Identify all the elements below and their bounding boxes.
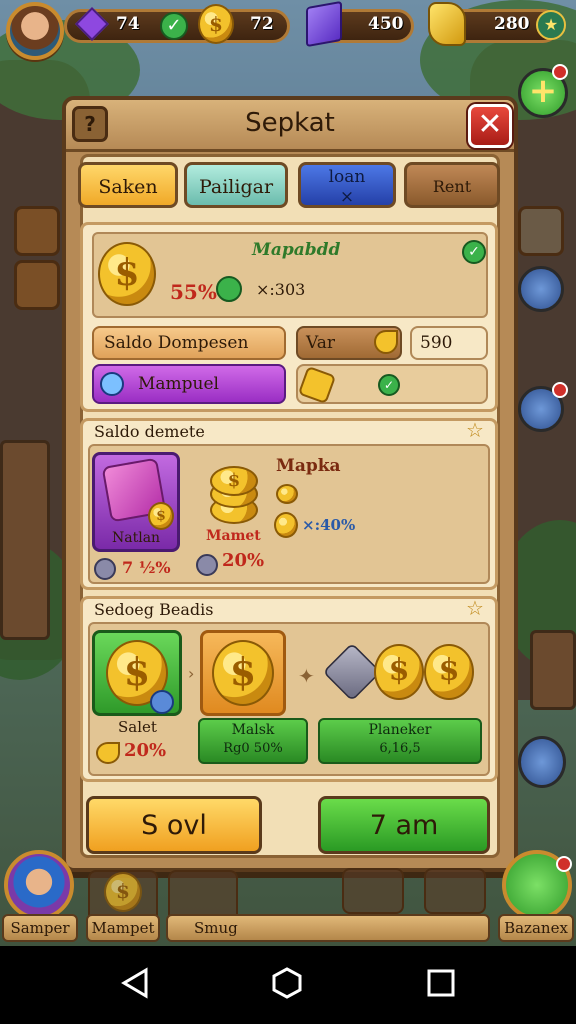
blue-gem-icon [100,372,124,396]
mapka-value: ×:40% [302,516,356,534]
chest-value: 7 ½% [122,558,171,577]
side-dollar-button[interactable] [14,206,60,256]
coin-icon [274,512,298,538]
gem-value: 74 [116,14,140,34]
right-action-button[interactable]: 7 am [318,796,490,854]
saldo-heading: Saldo demete [94,422,205,441]
smug-label[interactable]: Smug [166,914,490,942]
left-action-button[interactable]: S ovl [86,796,262,854]
player-avatar[interactable] [6,2,64,60]
mampet-label[interactable]: Mampet [86,914,160,942]
gold-shield-icon [428,2,466,46]
home-icon[interactable] [270,966,304,1000]
gold-coin-icon: $ [98,242,156,306]
arrow-right-icon: › [188,664,195,683]
slot-tools[interactable] [342,868,404,914]
coin-icon: $ [198,4,234,44]
panel-title: Sepkat [245,108,335,138]
bazanex-label[interactable]: Bazanex [498,914,574,942]
planeker-title: Planeker [368,722,432,738]
saldo-field[interactable]: Saldo Dompesen [92,326,286,360]
star-icon[interactable]: ☆ [466,596,484,620]
star-icon[interactable]: ☆ [466,418,484,442]
notification-badge [556,856,572,872]
check-icon: ✓ [462,240,486,264]
notification-badge [552,382,568,398]
balance-heading: Mapabdd [252,240,341,260]
planeker-value: 6,16,5 [379,741,421,756]
crystal-icon [306,0,342,48]
star-badge-icon[interactable]: ★ [536,10,566,40]
silver-coin-icon [94,558,116,580]
chest-label: Natlan [112,530,161,546]
gold-coin-icon: $ [424,644,474,700]
side-card-button[interactable] [14,260,60,310]
gold-coin-icon: $ [212,640,274,706]
sparkle-icon: ✦ [298,664,315,688]
recents-icon[interactable] [424,966,458,1000]
malsk-value: Rg0 50% [223,741,283,756]
coin-icon [276,484,298,504]
planeker-button[interactable]: Planeker 6,16,5 [318,718,482,764]
notification-badge [552,64,568,80]
side-pencil-button[interactable] [518,736,566,788]
exchange-heading: Sedoeg Beadis [94,600,214,619]
side-clipboard-button[interactable] [518,206,564,256]
check-icon: ✓ [378,374,400,396]
coin-icon: $ [104,872,142,912]
gold-coin-icon: $ [374,644,424,700]
salet-label: Salet [118,718,157,736]
mapka-heading: Mapka [276,456,341,476]
samper-label[interactable]: Samper [2,914,78,942]
tab-rent[interactable]: Rent [404,162,500,208]
var-value[interactable]: 590 [410,326,488,360]
close-button[interactable]: ✕ [468,104,512,148]
coin-icon: $ [148,502,174,530]
gold-drop-icon [374,330,398,354]
coin-value: 72 [250,14,274,34]
blue-badge-icon [150,690,174,714]
mid-value: 20% [222,550,265,571]
malsk-button[interactable]: Malsk Rg0 50% [198,718,308,764]
back-icon[interactable] [118,966,152,1000]
silver-coin-icon [196,554,218,576]
gold-value: 280 [494,14,530,34]
friend-avatar[interactable] [4,850,74,920]
side-tools-button[interactable] [518,266,564,312]
balance-percent: 55% [170,280,217,304]
coin-stack-icon: $ [210,466,258,496]
balance-amount: ×:303 [256,280,306,299]
malsk-title: Malsk [231,722,275,738]
salet-value: 20% [124,740,167,761]
tab-loan[interactable]: loan × [298,162,396,208]
green-leaf-icon [216,276,242,302]
tab-pailigar[interactable]: Pailigar [184,162,288,208]
slot-money[interactable] [424,868,486,914]
crystal-value: 450 [368,14,404,34]
mid-label: Mamet [206,528,261,544]
check-icon: ✓ [160,12,188,40]
gold-drop-icon [96,742,120,764]
panel-header: ? Sepkat ✕ [66,100,514,152]
tab-saken[interactable]: Saken [78,162,178,208]
